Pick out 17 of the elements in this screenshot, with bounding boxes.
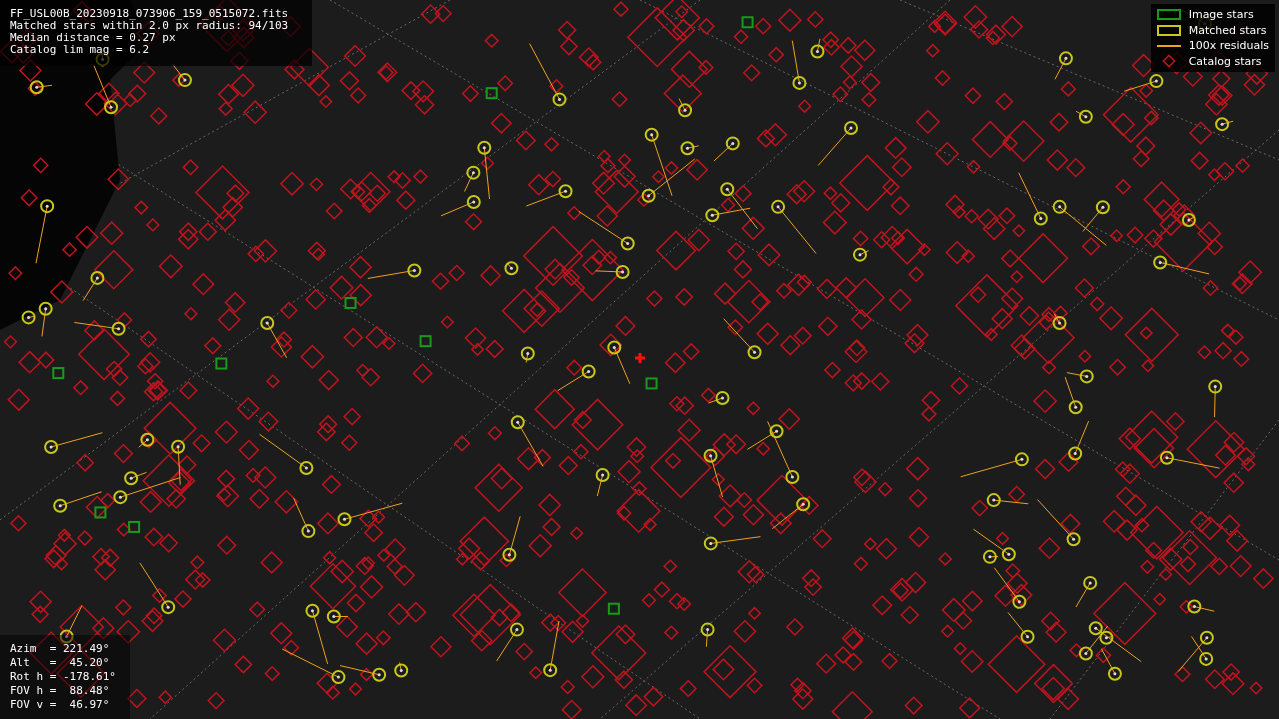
rectangle-icon	[1156, 24, 1181, 36]
pointing-text: FOV v = 46.97°	[10, 698, 110, 712]
legend-label: Image stars	[1188, 8, 1254, 22]
info-text: Median distance = 0.27 px	[10, 32, 176, 44]
legend-label: Catalog stars	[1188, 54, 1262, 68]
info-text: FF_USL00B_20230918_073906_159_0515072.fits	[10, 8, 289, 20]
pointing-text: Rot h = -178.61°	[10, 670, 116, 684]
pointing-text: Azim = 221.49°	[10, 642, 110, 656]
info-text: Matched stars within 2.0 px radius: 94/103	[10, 20, 289, 32]
legend-label: 100x residuals	[1188, 39, 1269, 53]
pointing-text: FOV h = 88.48°	[10, 684, 110, 698]
diamond-icon	[1161, 54, 1176, 69]
info-text: Catalog lim mag = 6.2	[10, 44, 150, 56]
legend-label: Matched stars	[1188, 23, 1267, 37]
line-icon	[1156, 44, 1181, 47]
rectangle-icon	[1156, 9, 1181, 21]
pointing-text: Alt = 45.20°	[10, 656, 110, 670]
